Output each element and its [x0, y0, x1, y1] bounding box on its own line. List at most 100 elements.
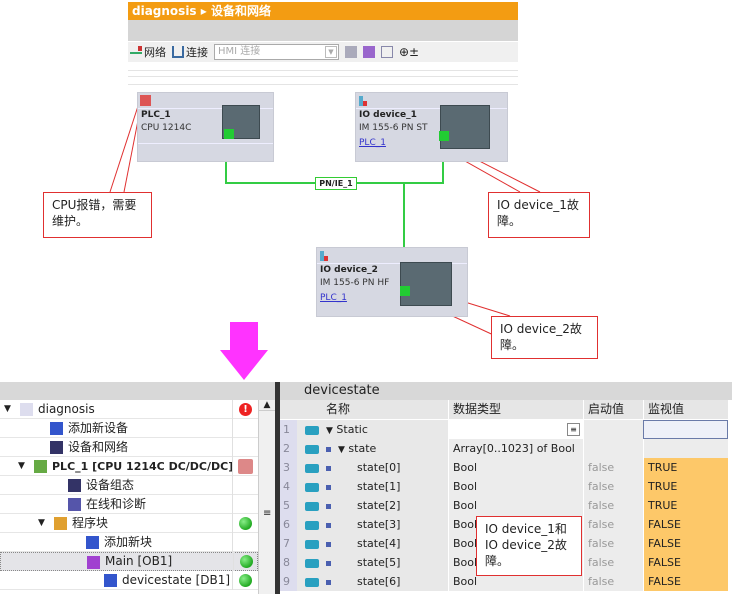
- name-value: state[2]: [357, 499, 401, 512]
- header-start-value[interactable]: 启动值: [583, 400, 643, 419]
- tree-item[interactable]: 设备和网络: [0, 437, 258, 457]
- collapse-arrow-icon[interactable]: ▼: [338, 445, 345, 455]
- subnet-label[interactable]: PN/IE_1: [315, 177, 357, 190]
- datatype-value: Bool: [453, 480, 478, 493]
- monitor-value-cell[interactable]: [643, 439, 728, 458]
- datatype-value: Bool: [453, 499, 478, 512]
- tree-item-icon: [104, 574, 117, 587]
- start-value-cell[interactable]: false: [583, 496, 643, 515]
- start-value-cell[interactable]: false: [583, 534, 643, 553]
- start-value-cell[interactable]: false: [583, 477, 643, 496]
- device-controller-link[interactable]: PLC_1: [320, 293, 347, 303]
- table-row[interactable]: 5 state[2] Bool false TRUE: [280, 496, 732, 515]
- monitor-value-cell[interactable]: FALSE: [643, 515, 728, 534]
- tree-item[interactable]: 设备组态: [0, 475, 258, 495]
- tree-status-cell: [232, 570, 258, 590]
- tree-item-icon: [68, 498, 81, 511]
- datatype-cell[interactable]: ≡: [448, 420, 583, 439]
- name-cell[interactable]: state[2]: [322, 496, 448, 515]
- name-cell[interactable]: ▼ Static: [322, 420, 448, 439]
- tree-item[interactable]: Main [OB1]: [0, 552, 258, 571]
- monitor-value-cell[interactable]: FALSE: [643, 553, 728, 572]
- name-cell[interactable]: state[6]: [322, 572, 448, 591]
- monitor-value-cell[interactable]: TRUE: [643, 458, 728, 477]
- tree-item-icon: [50, 422, 63, 435]
- profinet-port[interactable]: [439, 131, 449, 141]
- device-io-device-1[interactable]: IO device_1 IM 155-6 PN ST PLC_1: [355, 92, 508, 162]
- tree-scrollbar[interactable]: ▲ ≡: [258, 400, 275, 594]
- interface-icon: [305, 558, 319, 568]
- header-monitor-value[interactable]: 监视值: [643, 400, 728, 419]
- tree-item[interactable]: 在线和诊断: [0, 494, 258, 514]
- expand-arrow-icon[interactable]: ▼: [18, 457, 25, 476]
- tree-item[interactable]: ▼ 程序块: [0, 513, 258, 533]
- maintenance-required-icon: [238, 458, 253, 474]
- datatype-value: Bool: [453, 537, 478, 550]
- profinet-port[interactable]: [400, 286, 410, 296]
- collapse-arrow-icon[interactable]: ▼: [326, 426, 333, 436]
- device-model: IM 155-6 PN HF: [320, 278, 390, 288]
- name-value: Static: [336, 423, 368, 436]
- datatype-cell[interactable]: Bool: [448, 458, 583, 477]
- name-cell[interactable]: state[0]: [322, 458, 448, 477]
- status-ok-icon: [239, 516, 252, 530]
- monitor-value-cell[interactable]: TRUE: [643, 477, 728, 496]
- name-cell[interactable]: state[1]: [322, 477, 448, 496]
- start-value-cell[interactable]: [583, 420, 643, 439]
- datatype-cell[interactable]: Array[0..1023] of Bool: [448, 439, 583, 458]
- splitter-handle-icon[interactable]: ≡: [263, 508, 271, 519]
- tree-item-icon: [50, 441, 63, 454]
- name-cell[interactable]: state[3]: [322, 515, 448, 534]
- start-value-cell[interactable]: false: [583, 458, 643, 477]
- row-icon-cell: [297, 534, 322, 553]
- name-value: state[5]: [357, 556, 401, 569]
- header-name[interactable]: 名称: [322, 400, 448, 419]
- bullet-icon: [326, 484, 331, 490]
- monitor-value-cell[interactable]: [643, 420, 728, 439]
- scroll-up-icon[interactable]: ▲: [259, 400, 275, 411]
- device-controller-link[interactable]: PLC_1: [359, 138, 386, 148]
- tree-item[interactable]: ▼ diagnosis!: [0, 399, 258, 419]
- header-datatype[interactable]: 数据类型: [448, 400, 583, 419]
- monitor-value-cell[interactable]: TRUE: [643, 496, 728, 515]
- tree-item-label: diagnosis: [38, 401, 95, 416]
- status-ok-icon: [239, 573, 252, 587]
- tree-item[interactable]: 添加新块: [0, 532, 258, 552]
- tree-item-label: Main [OB1]: [105, 554, 173, 568]
- bullet-icon: [326, 446, 331, 452]
- name-cell[interactable]: state[4]: [322, 534, 448, 553]
- profinet-port[interactable]: [224, 129, 234, 139]
- table-row[interactable]: 3 state[0] Bool false TRUE: [280, 458, 732, 477]
- expand-arrow-icon[interactable]: ▼: [4, 400, 11, 419]
- interface-icon: [305, 463, 319, 473]
- device-name: IO device_2: [320, 265, 378, 275]
- device-name: PLC_1: [141, 110, 171, 120]
- expand-arrow-icon[interactable]: ▼: [38, 514, 45, 533]
- datatype-cell[interactable]: Bool: [448, 496, 583, 515]
- tree-item[interactable]: devicestate [DB1]: [0, 570, 258, 590]
- fault-icon: [320, 251, 328, 261]
- table-row[interactable]: 4 state[1] Bool false TRUE: [280, 477, 732, 496]
- callout-io-device-1: IO device_1故障。: [488, 192, 590, 238]
- device-io-device-2[interactable]: IO device_2 IM 155-6 PN HF PLC_1: [316, 247, 468, 317]
- name-cell[interactable]: ▼ state: [322, 439, 448, 458]
- start-value-cell[interactable]: false: [583, 572, 643, 591]
- bullet-icon: [326, 522, 331, 528]
- start-value-cell[interactable]: false: [583, 553, 643, 572]
- tree-status-cell: [232, 437, 258, 457]
- monitor-value-cell[interactable]: FALSE: [643, 572, 728, 591]
- table-row[interactable]: 2 ▼ state Array[0..1023] of Bool: [280, 439, 732, 458]
- device-plc-1[interactable]: PLC_1 CPU 1214C: [137, 92, 274, 162]
- start-value-cell[interactable]: [583, 439, 643, 458]
- datatype-cell[interactable]: Bool: [448, 477, 583, 496]
- tree-item[interactable]: 添加新设备: [0, 418, 258, 438]
- io-module-rack: [440, 105, 490, 149]
- start-value-cell[interactable]: false: [583, 515, 643, 534]
- list-icon[interactable]: ≡: [567, 423, 580, 436]
- tree-item[interactable]: ▼ PLC_1 [CPU 1214C DC/DC/DC]: [0, 456, 258, 476]
- table-header: 名称 数据类型 启动值 监视值: [280, 400, 732, 420]
- monitor-value-cell[interactable]: FALSE: [643, 534, 728, 553]
- name-cell[interactable]: state[5]: [322, 553, 448, 572]
- table-row[interactable]: 1 ▼ Static ≡: [280, 420, 732, 439]
- status-ok-icon: [240, 555, 253, 568]
